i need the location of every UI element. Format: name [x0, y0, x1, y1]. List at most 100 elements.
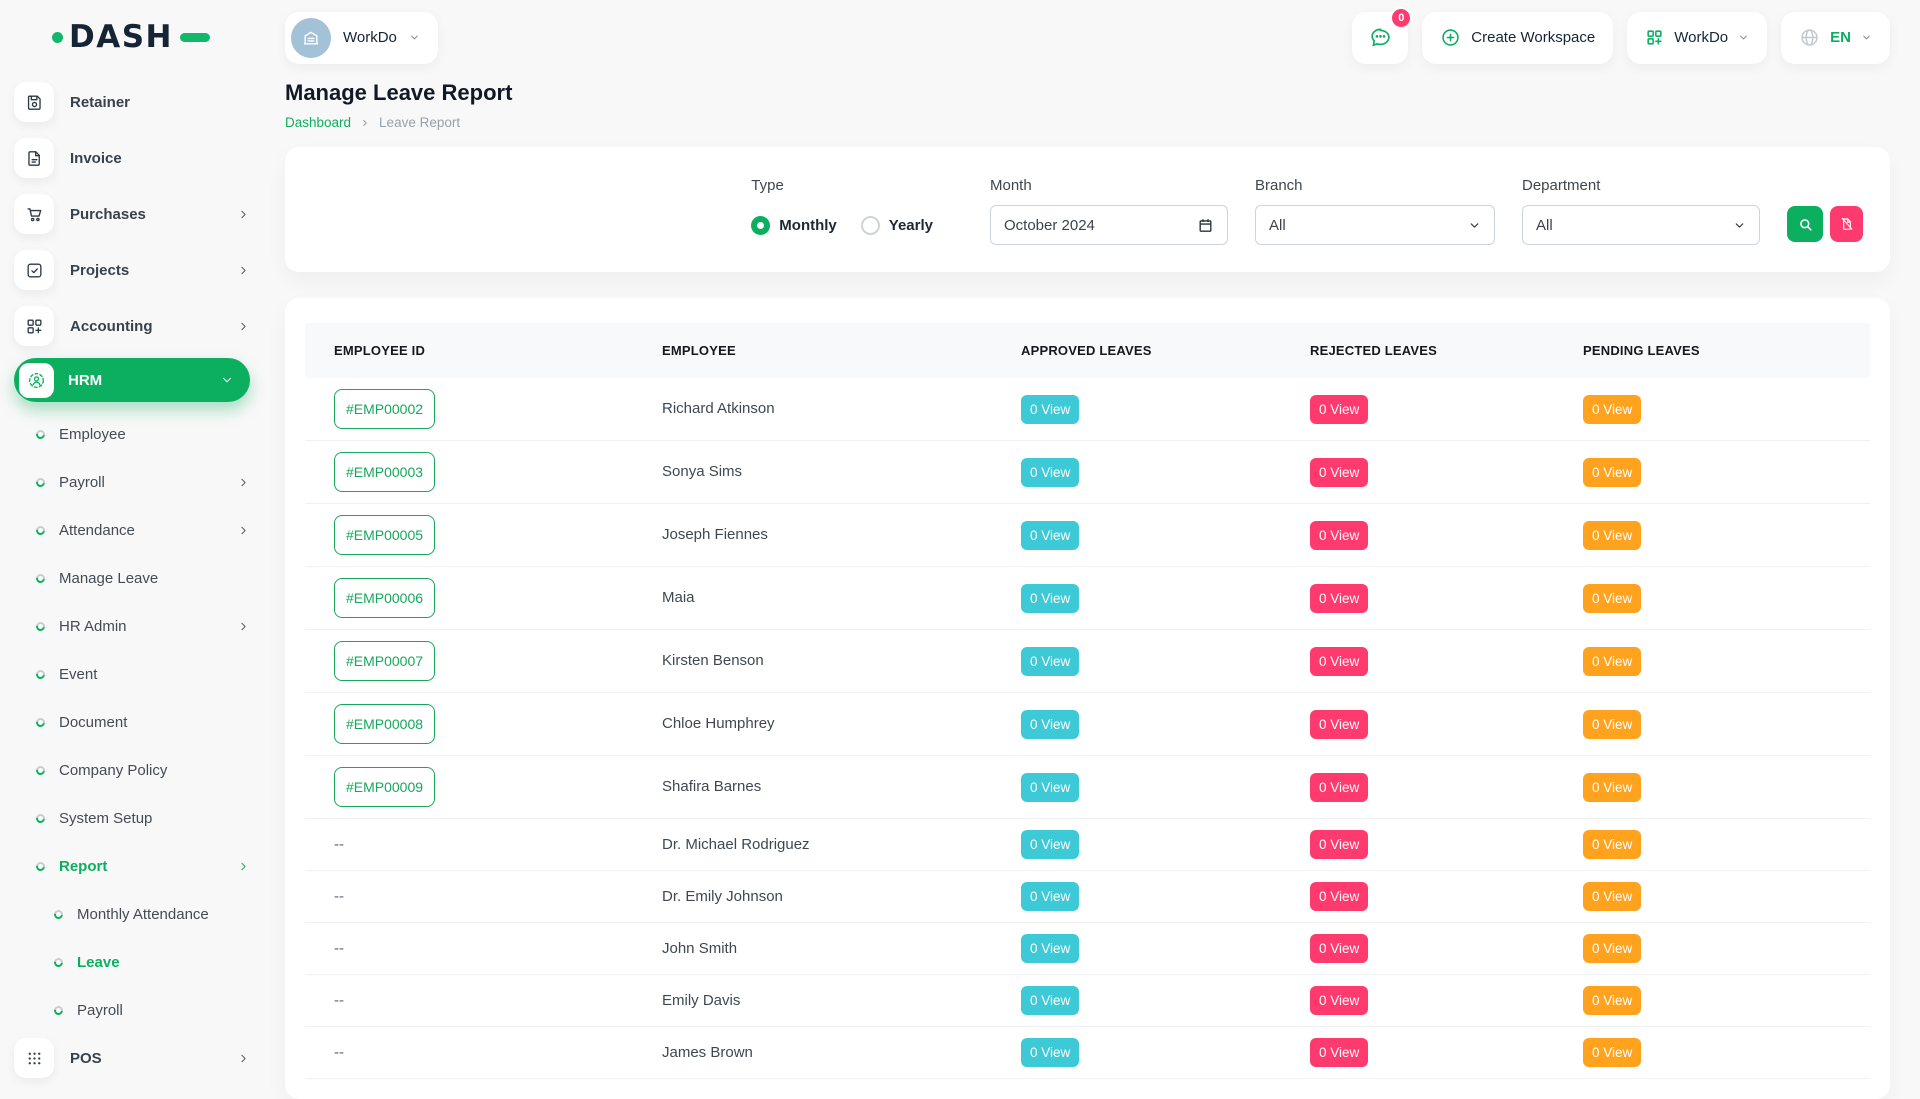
rejected-leaves-view-button[interactable]: 0 View: [1310, 395, 1368, 424]
rejected-leaves-view-button[interactable]: 0 View: [1310, 584, 1368, 613]
sidebar-item-company-policy[interactable]: Company Policy: [14, 746, 250, 794]
employee-id-badge[interactable]: #EMP00002: [334, 389, 435, 429]
calendar-icon[interactable]: [1197, 217, 1214, 234]
language-selector[interactable]: EN: [1781, 12, 1890, 64]
pending-leaves-view-button[interactable]: 0 View: [1583, 710, 1641, 739]
employee-id-badge[interactable]: #EMP00005: [334, 515, 435, 555]
sidebar-item-leave[interactable]: Leave: [14, 938, 250, 986]
rejected-leaves-view-button[interactable]: 0 View: [1310, 830, 1368, 859]
sidebar-item-payroll[interactable]: Payroll: [14, 986, 250, 1034]
sidebar-item-hrm[interactable]: HRM: [14, 358, 250, 402]
sidebar-item-hr-admin[interactable]: HR Admin: [14, 602, 250, 650]
pending-leaves-view-button[interactable]: 0 View: [1583, 934, 1641, 963]
sidebar-item-system-setup[interactable]: System Setup: [14, 794, 250, 842]
employee-name: Richard Atkinson: [662, 400, 775, 417]
sidebar-item-accounting[interactable]: Accounting: [14, 302, 250, 350]
rejected-leaves-view-button[interactable]: 0 View: [1310, 521, 1368, 550]
rejected-leaves-view-button[interactable]: 0 View: [1310, 934, 1368, 963]
approved-leaves-view-button[interactable]: 0 View: [1021, 986, 1079, 1015]
rejected-leaves-view-button[interactable]: 0 View: [1310, 458, 1368, 487]
radio-yearly-control[interactable]: [861, 216, 880, 235]
bullet-dot-icon: [34, 668, 47, 681]
sidebar-item-monthly-attendance[interactable]: Monthly Attendance: [14, 890, 250, 938]
employee-id-badge[interactable]: #EMP00003: [334, 452, 435, 492]
approved-leaves-view-button[interactable]: 0 View: [1021, 647, 1079, 676]
radio-monthly-control[interactable]: [751, 216, 770, 235]
rejected-leaves-view-button[interactable]: 0 View: [1310, 647, 1368, 676]
sidebar-item-document[interactable]: Document: [14, 698, 250, 746]
month-input[interactable]: October 2024: [990, 205, 1228, 245]
rejected-leaves-view-button[interactable]: 0 View: [1310, 986, 1368, 1015]
pending-leaves-view-button[interactable]: 0 View: [1583, 830, 1641, 859]
messages-button[interactable]: 0: [1352, 12, 1408, 64]
pending-leaves-view-button[interactable]: 0 View: [1583, 1038, 1641, 1067]
approved-leaves-view-button[interactable]: 0 View: [1021, 395, 1079, 424]
sidebar-item-purchases[interactable]: Purchases: [14, 190, 250, 238]
purchases-cart-icon: [14, 194, 54, 234]
reset-filter-button[interactable]: [1830, 206, 1863, 242]
search-button[interactable]: [1787, 206, 1823, 242]
approved-leaves-view-button[interactable]: 0 View: [1021, 521, 1079, 550]
page-title: Manage Leave Report: [285, 80, 1890, 106]
sidebar-item-label: HR Admin: [59, 618, 223, 635]
approved-leaves-view-button[interactable]: 0 View: [1021, 934, 1079, 963]
sidebar-item-label: Invoice: [70, 150, 250, 167]
sidebar-item-invoice[interactable]: Invoice: [14, 134, 250, 182]
table-row: --Dr. Emily Johnson0 View0 View0 View: [305, 871, 1870, 923]
employee-id-badge[interactable]: #EMP00007: [334, 641, 435, 681]
chevron-right-icon: [237, 320, 250, 333]
approved-leaves-view-button[interactable]: 0 View: [1021, 710, 1079, 739]
approved-leaves-view-button[interactable]: 0 View: [1021, 584, 1079, 613]
approved-leaves-view-button[interactable]: 0 View: [1021, 458, 1079, 487]
sidebar-item-payroll[interactable]: Payroll: [14, 458, 250, 506]
workdo-menu-label: WorkDo: [1674, 29, 1728, 46]
filter-actions: [1787, 177, 1863, 242]
employee-id-badge[interactable]: #EMP00006: [334, 578, 435, 618]
employee-id-badge[interactable]: #EMP00008: [334, 704, 435, 744]
sidebar-item-label: Employee: [59, 426, 250, 443]
workspace-avatar: [291, 18, 331, 58]
bullet-dot-icon: [34, 620, 47, 633]
sidebar-item-label: Payroll: [77, 1002, 250, 1019]
workdo-menu-button[interactable]: WorkDo: [1627, 12, 1767, 64]
sidebar-item-pos[interactable]: POS: [14, 1034, 250, 1082]
workspace-selector[interactable]: WorkDo: [285, 12, 438, 64]
branch-select[interactable]: All: [1255, 205, 1495, 245]
create-workspace-button[interactable]: Create Workspace: [1422, 12, 1613, 64]
rejected-leaves-view-button[interactable]: 0 View: [1310, 1038, 1368, 1067]
pending-leaves-view-button[interactable]: 0 View: [1583, 986, 1641, 1015]
pending-leaves-view-button[interactable]: 0 View: [1583, 773, 1641, 802]
sidebar-item-label: Accounting: [70, 318, 221, 335]
pending-leaves-view-button[interactable]: 0 View: [1583, 647, 1641, 676]
approved-leaves-view-button[interactable]: 0 View: [1021, 1038, 1079, 1067]
sidebar-item-employee[interactable]: Employee: [14, 410, 250, 458]
rejected-leaves-view-button[interactable]: 0 View: [1310, 773, 1368, 802]
radio-monthly[interactable]: Monthly: [751, 216, 837, 235]
main-area: WorkDo 0 Create Workspace WorkDo: [262, 0, 1920, 1080]
sidebar-item-projects[interactable]: Projects: [14, 246, 250, 294]
approved-leaves-view-button[interactable]: 0 View: [1021, 773, 1079, 802]
pending-leaves-view-button[interactable]: 0 View: [1583, 458, 1641, 487]
sidebar-item-attendance[interactable]: Attendance: [14, 506, 250, 554]
radio-yearly[interactable]: Yearly: [861, 216, 933, 235]
rejected-leaves-view-button[interactable]: 0 View: [1310, 882, 1368, 911]
approved-leaves-view-button[interactable]: 0 View: [1021, 882, 1079, 911]
app-logo[interactable]: DASH: [0, 0, 262, 74]
rejected-leaves-view-button[interactable]: 0 View: [1310, 710, 1368, 739]
sidebar-item-label: HRM: [68, 372, 206, 389]
sidebar-item-event[interactable]: Event: [14, 650, 250, 698]
bullet-dot-icon: [34, 524, 47, 537]
breadcrumb-dashboard-link[interactable]: Dashboard: [285, 115, 351, 130]
sidebar-item-report[interactable]: Report: [14, 842, 250, 890]
pending-leaves-view-button[interactable]: 0 View: [1583, 521, 1641, 550]
sidebar-item-manage-leave[interactable]: Manage Leave: [14, 554, 250, 602]
department-select[interactable]: All: [1522, 205, 1760, 245]
pending-leaves-view-button[interactable]: 0 View: [1583, 584, 1641, 613]
sidebar-item-retainer[interactable]: Retainer: [14, 78, 250, 126]
bullet-dot-icon: [52, 908, 65, 921]
pending-leaves-view-button[interactable]: 0 View: [1583, 882, 1641, 911]
employee-id-badge[interactable]: #EMP00009: [334, 767, 435, 807]
approved-leaves-view-button[interactable]: 0 View: [1021, 830, 1079, 859]
table-row: --John Smith0 View0 View0 View: [305, 923, 1870, 975]
pending-leaves-view-button[interactable]: 0 View: [1583, 395, 1641, 424]
